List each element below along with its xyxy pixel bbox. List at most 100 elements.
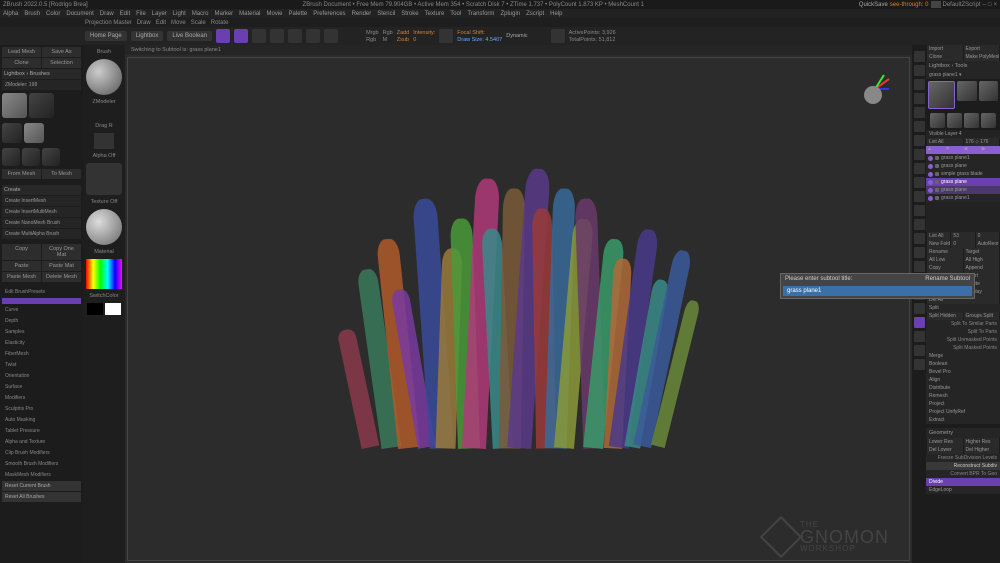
nav-gizmo[interactable] xyxy=(859,73,891,105)
menu-item[interactable]: Zscript xyxy=(526,11,544,17)
align-section[interactable]: Align xyxy=(926,376,1000,384)
color-swatch-black[interactable] xyxy=(87,303,103,315)
brush-icon[interactable] xyxy=(439,29,453,43)
local-icon[interactable] xyxy=(914,163,925,174)
frame8-icon[interactable] xyxy=(914,303,925,314)
menu-item[interactable]: Stencil xyxy=(377,11,395,17)
xyz-icon[interactable] xyxy=(914,191,925,202)
section-sculptris[interactable]: Sculptris Pro xyxy=(2,404,81,414)
create-multialpha[interactable]: Create MultiAlpha Brush xyxy=(2,229,81,239)
nav-right-icon[interactable]: ▶ xyxy=(982,146,999,154)
menu-item[interactable]: File xyxy=(136,11,146,17)
import-button[interactable]: Import xyxy=(927,45,963,53)
menu-item[interactable]: Stroke xyxy=(401,11,418,17)
higher-res[interactable]: Higher Res xyxy=(964,438,1000,446)
tool-thumb[interactable] xyxy=(930,113,945,128)
menu-item[interactable]: Help xyxy=(550,11,562,17)
scale-icon[interactable] xyxy=(914,121,925,132)
tool-thumb[interactable] xyxy=(957,81,976,101)
menu-icon[interactable] xyxy=(931,1,941,8)
section-fibermesh[interactable]: FiberMesh xyxy=(2,349,81,359)
nav-up-icon[interactable]: ▲ xyxy=(927,146,944,154)
brush-thumb[interactable] xyxy=(2,93,27,118)
persp-icon[interactable] xyxy=(914,135,925,146)
topbar-item[interactable]: Projection Master xyxy=(85,20,132,26)
menu-item[interactable]: Movie xyxy=(267,11,283,17)
lower-res[interactable]: Lower Res xyxy=(927,438,963,446)
section-surface[interactable]: Surface xyxy=(2,382,81,392)
projectunify-section[interactable]: Project UnifyRef xyxy=(926,408,1000,416)
section-tablet[interactable]: Tablet Pressure xyxy=(2,426,81,436)
defaultscript-button[interactable]: DefaultZScript xyxy=(943,2,981,8)
reconstruct-subdiv[interactable]: Reconstruct Subdiv xyxy=(926,462,1000,470)
nav-left-icon[interactable]: ◀ xyxy=(964,146,981,154)
convert-bpr[interactable]: Convert BPR To Geo xyxy=(926,470,1000,478)
menu-item[interactable]: Preferences xyxy=(313,11,345,17)
clone-tool-button[interactable]: Clone xyxy=(927,53,963,61)
delete-mesh[interactable]: Delete Mesh xyxy=(42,272,81,282)
menu-item[interactable]: Marker xyxy=(214,11,233,17)
color-picker[interactable] xyxy=(86,259,122,289)
del-lower[interactable]: Del Lower xyxy=(927,446,963,454)
subtool-item[interactable]: grass plane1 xyxy=(926,154,1000,162)
bpr-icon[interactable] xyxy=(914,51,925,62)
frame1-icon[interactable] xyxy=(914,205,925,216)
paste-button[interactable]: Paste xyxy=(2,261,41,271)
split-parts[interactable]: Split To Parts xyxy=(926,328,1000,336)
nav-down-icon[interactable]: ▼ xyxy=(945,146,962,154)
edgeloop-section[interactable]: EdgeLoop xyxy=(926,486,1000,494)
ghost-icon[interactable] xyxy=(914,331,925,342)
section-clipbrush[interactable]: Clip Brush Modifiers xyxy=(2,448,81,458)
menu-item[interactable]: Transform xyxy=(467,11,494,17)
target-button[interactable]: Target xyxy=(964,248,1000,256)
topbar-item[interactable]: Draw xyxy=(137,20,151,26)
list-all-btn[interactable]: List All xyxy=(927,232,950,240)
clone-button[interactable]: Clone xyxy=(2,58,41,68)
reset-all-brushes[interactable]: Reset All Brushes xyxy=(2,492,81,502)
brush-thumb[interactable] xyxy=(2,148,20,166)
lcam-icon[interactable] xyxy=(914,177,925,188)
brush-thumb[interactable] xyxy=(24,123,44,143)
switchcolor-label[interactable]: SwitchColor xyxy=(89,293,118,299)
rotate-icon[interactable] xyxy=(914,107,925,118)
split-unmasked[interactable]: Split Unmasked Points xyxy=(926,336,1000,344)
distribute-section[interactable]: Distribute xyxy=(926,384,1000,392)
make-polymesh-button[interactable]: Make PolyMesh3D xyxy=(964,53,1000,61)
edit-mode-icon[interactable] xyxy=(216,29,230,43)
reset-current-brush[interactable]: Reset Current Brush xyxy=(2,481,81,491)
menu-item[interactable]: Palette xyxy=(289,11,308,17)
quicksave-button[interactable]: QuickSave xyxy=(859,2,888,8)
load-mesh-button[interactable]: Lead Mesh xyxy=(2,47,41,57)
subtool-item[interactable]: grass plane1 xyxy=(926,194,1000,202)
rotate-mode-icon[interactable] xyxy=(288,29,302,43)
dynamic-toggle[interactable]: Dynamic xyxy=(506,33,527,39)
section-twist[interactable]: Twist xyxy=(2,360,81,370)
menu-item[interactable]: Edit xyxy=(120,11,130,17)
section-alphatex[interactable]: Alpha and Texture xyxy=(2,437,81,447)
section-smoothbrush[interactable]: Smooth Brush Modifiers xyxy=(2,459,81,469)
tool-thumb[interactable] xyxy=(928,81,955,109)
subtool-item[interactable]: grass plane xyxy=(926,186,1000,194)
floor-icon[interactable] xyxy=(914,149,925,160)
tool-thumb[interactable] xyxy=(964,113,979,128)
to-mesh-button[interactable]: To Mesh xyxy=(42,169,81,179)
bevelpro-section[interactable]: Bevel Pro xyxy=(926,368,1000,376)
divide-button[interactable]: Divide xyxy=(926,478,1000,486)
alpha-selector[interactable] xyxy=(86,163,122,195)
viewport[interactable]: THE GNOMON WORKSHOP xyxy=(127,57,910,561)
copy-one-mat[interactable]: Copy One Mat xyxy=(42,244,81,260)
paste-mesh[interactable]: Paste Mesh xyxy=(2,272,41,282)
section-maskmesh[interactable]: MaskMesh Modifiers xyxy=(2,470,81,480)
menu-item[interactable]: Document xyxy=(66,11,93,17)
brush-selector[interactable] xyxy=(86,59,122,95)
frame3-icon[interactable] xyxy=(914,233,925,244)
export-button[interactable]: Export xyxy=(964,45,1000,53)
tab-home[interactable]: Home Page xyxy=(85,31,127,41)
material-selector[interactable] xyxy=(86,209,122,245)
frame-icon[interactable] xyxy=(914,65,925,76)
rename-input[interactable]: grass plane1 xyxy=(783,286,972,296)
menu-item[interactable]: Material xyxy=(239,11,260,17)
tool-thumb[interactable] xyxy=(979,81,998,101)
del-higher[interactable]: Del Higher xyxy=(964,446,1000,454)
tab-lightbox[interactable]: Lightbox xyxy=(131,31,164,41)
